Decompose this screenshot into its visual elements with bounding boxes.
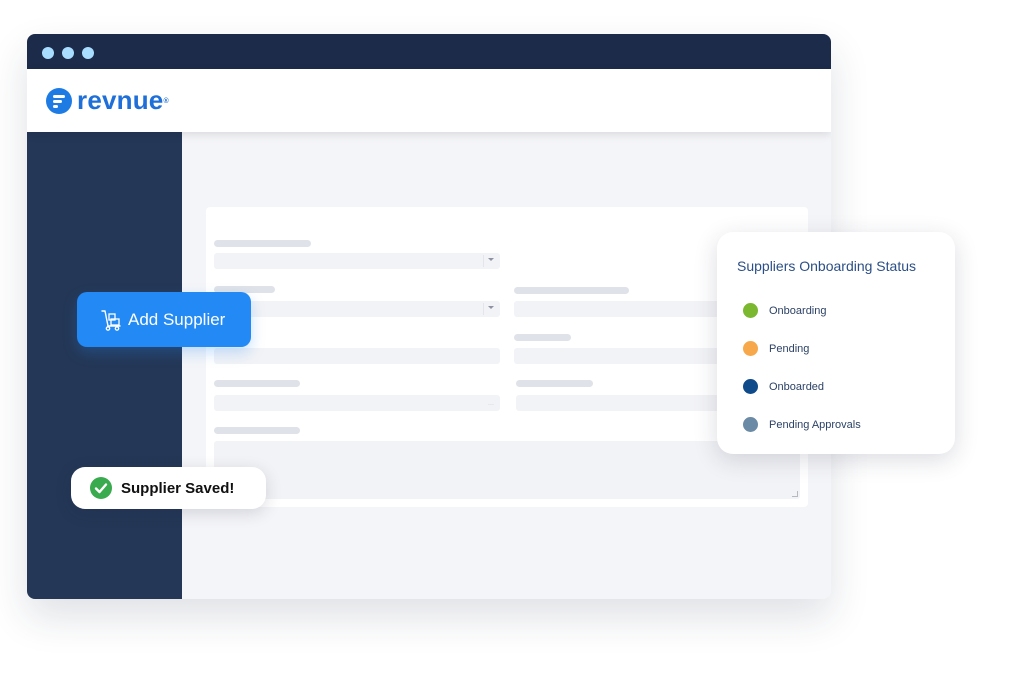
hand-truck-icon	[101, 310, 121, 331]
revnue-logo-icon	[46, 88, 72, 114]
window-dot-close[interactable]	[42, 47, 54, 59]
field-label-placeholder	[516, 380, 593, 387]
select-field[interactable]	[214, 301, 500, 317]
status-dot-icon	[743, 417, 758, 432]
chevron-down-icon	[488, 258, 494, 261]
toast-message: Supplier Saved!	[121, 480, 235, 497]
field-label-placeholder	[514, 287, 629, 294]
legend-label: Onboarding	[769, 305, 827, 317]
resize-handle-icon[interactable]	[792, 491, 798, 497]
brand-logo-text: revnue®	[77, 85, 169, 115]
window-dot-minimize[interactable]	[62, 47, 74, 59]
add-supplier-button[interactable]: Add Supplier	[77, 292, 251, 347]
text-field[interactable]	[214, 348, 500, 364]
sidebar	[27, 132, 182, 599]
field-label-placeholder	[214, 380, 300, 387]
more-icon: ···	[488, 402, 494, 408]
legend-label: Onboarded	[769, 381, 825, 393]
notes-textarea[interactable]	[214, 441, 800, 499]
status-dot-icon	[743, 303, 758, 318]
legend-label: Pending Approvals	[769, 419, 861, 431]
date-field[interactable]: ···	[214, 395, 500, 411]
status-dot-icon	[743, 341, 758, 356]
window-titlebar	[27, 34, 831, 69]
status-dot-icon	[743, 379, 758, 394]
app-header: revnue®	[27, 69, 831, 132]
field-label-placeholder	[214, 240, 311, 247]
add-supplier-label: Add Supplier	[128, 310, 226, 329]
select-field[interactable]	[214, 253, 500, 269]
chevron-down-icon	[488, 306, 494, 309]
onboarding-status-card: Suppliers Onboarding Status Onboarding P…	[717, 232, 955, 454]
supplier-saved-toast: Supplier Saved!	[71, 467, 266, 509]
legend-label: Pending	[769, 343, 810, 355]
window-dot-maximize[interactable]	[82, 47, 94, 59]
field-label-placeholder	[514, 334, 571, 341]
check-circle-icon	[90, 477, 112, 499]
status-card-title: Suppliers Onboarding Status	[737, 258, 916, 274]
field-label-placeholder	[214, 427, 300, 434]
